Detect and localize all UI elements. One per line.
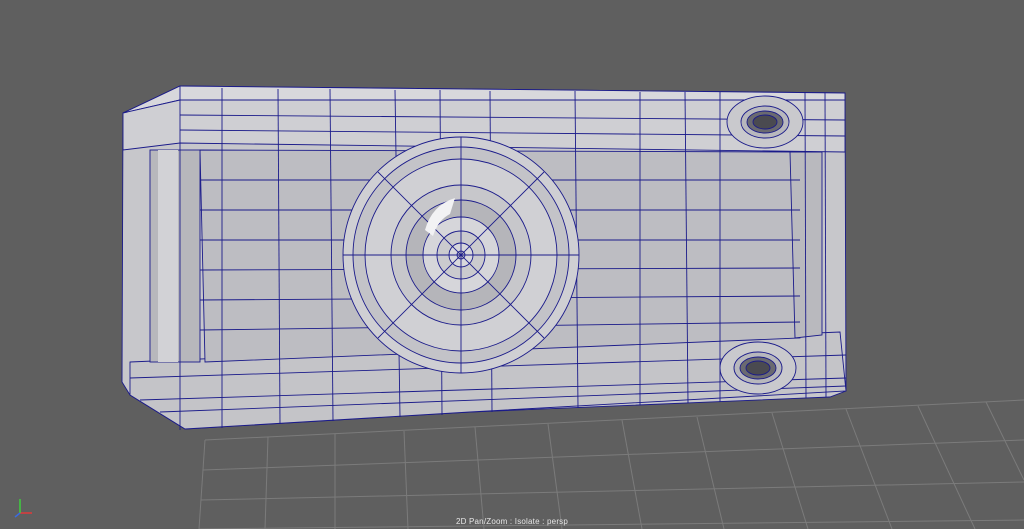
screw-hole-bottom bbox=[719, 341, 797, 395]
axis-gizmo bbox=[14, 499, 32, 518]
camera-lens[interactable] bbox=[342, 136, 580, 374]
camera-mesh[interactable] bbox=[121, 85, 847, 430]
maya-viewport[interactable]: 2D Pan/Zoom : Isolate : persp bbox=[0, 0, 1024, 529]
screw-hole-top bbox=[726, 95, 804, 149]
viewport-hud-label: 2D Pan/Zoom : Isolate : persp bbox=[455, 517, 569, 526]
viewport-scene[interactable] bbox=[0, 0, 1024, 529]
